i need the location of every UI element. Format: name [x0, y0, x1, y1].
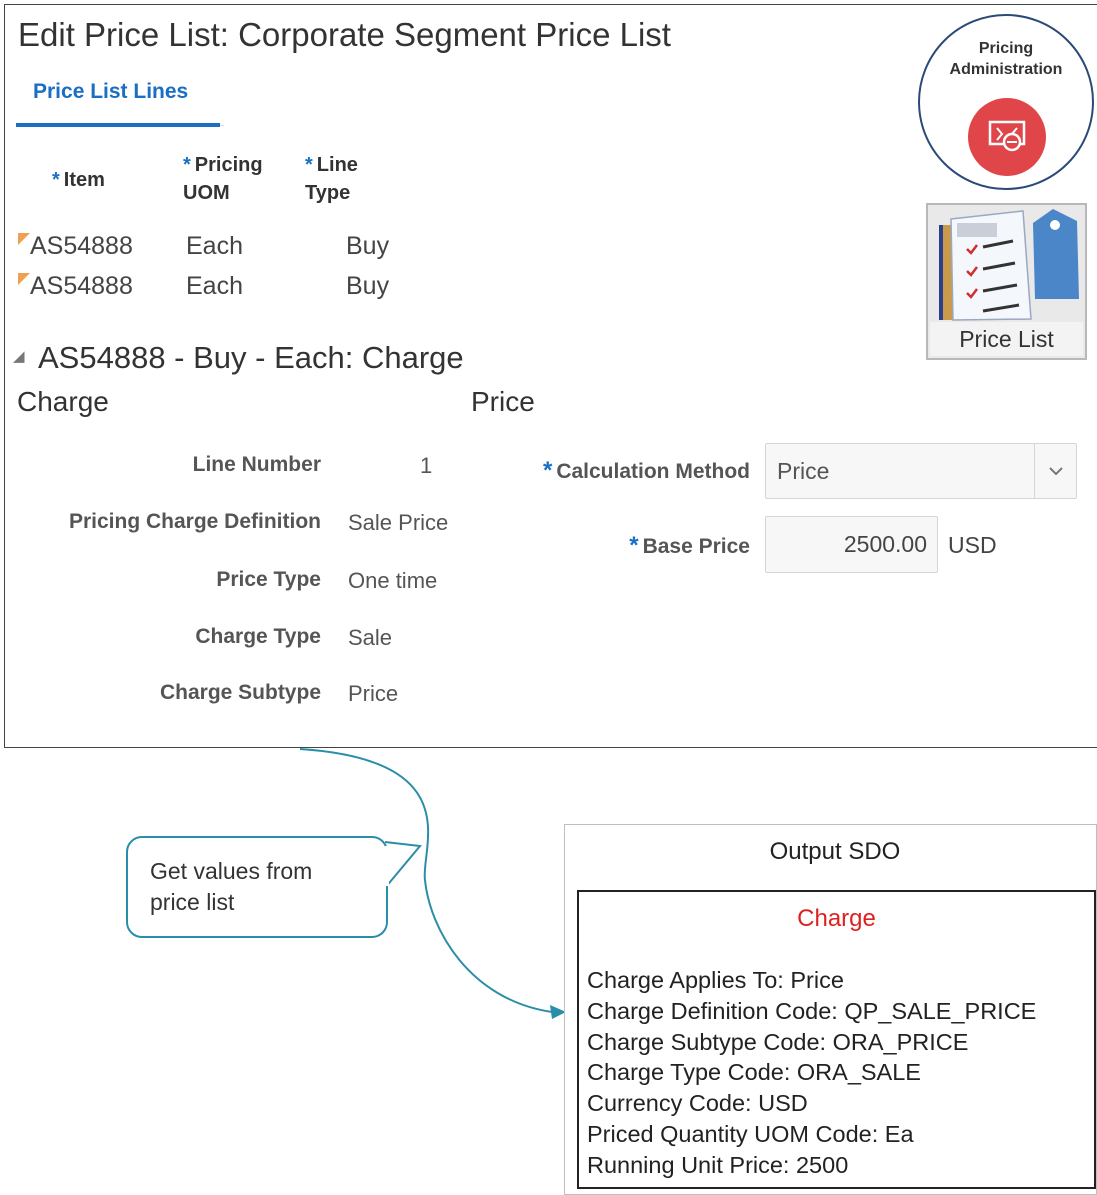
tab-divider — [220, 125, 224, 126]
charge-type-label: Charge Type — [195, 625, 321, 648]
charge-subheading: Charge — [17, 386, 109, 417]
price-tag-icon — [968, 98, 1046, 176]
changed-row-flag — [18, 233, 30, 245]
dropdown-button[interactable] — [1034, 444, 1076, 498]
base-price-label: * Base Price — [629, 532, 750, 559]
price-subheading: Price — [471, 386, 535, 417]
price-type-label: Price Type — [216, 568, 321, 591]
row-2-item[interactable]: AS54888 — [30, 272, 133, 301]
callout-line2: price list — [150, 889, 235, 915]
pricing-administration-badge: Pricing Administration — [918, 14, 1094, 190]
price-list-tile-label: Price List — [930, 322, 1083, 356]
callout-line1: Get values from — [150, 858, 313, 884]
row-2-line-type: Buy — [346, 272, 390, 300]
badge-title-line1: Pricing — [978, 40, 1034, 57]
price-list-icon — [939, 209, 1079, 321]
base-price-input[interactable]: 2500.00 — [765, 516, 938, 573]
charge-object-title: Charge — [797, 905, 876, 932]
pricing-charge-definition-label: Pricing Charge Definition — [68, 510, 321, 533]
page-title: Edit Price List: Corporate Segment Price… — [18, 16, 671, 53]
line-number-value: 1 — [420, 453, 433, 478]
calculation-method-label: * Calculation Method — [542, 457, 750, 484]
charge-attribute: Currency Code: USD — [587, 1090, 808, 1117]
charge-attribute: Charge Type Code: ORA_SALE — [587, 1059, 921, 1086]
column-header-line-type[interactable]: * Line Type — [305, 151, 385, 207]
charge-subtype-value: Price — [348, 681, 399, 706]
price-type-value: One time — [348, 568, 438, 593]
row-2-uom: Each — [186, 272, 243, 300]
charge-subtype-label: Charge Subtype — [159, 681, 321, 704]
charge-attribute: Running Unit Price: 2500 — [587, 1151, 849, 1178]
charge-attribute-list: Charge Applies To: Price Charge Definiti… — [587, 965, 1036, 1181]
pricing-charge-definition-value: Sale Price — [348, 510, 449, 535]
column-header-pricing-uom[interactable]: * Pricing UOM — [183, 151, 293, 207]
calculation-method-value: Price — [777, 458, 830, 484]
changed-row-flag — [18, 273, 30, 285]
price-tag-icon — [988, 120, 1026, 152]
row-1-line-type: Buy — [346, 232, 390, 260]
calculation-method-select[interactable]: Price — [765, 443, 1077, 499]
callout-pointer-mask — [385, 846, 389, 886]
charge-attribute: Charge Subtype Code: ORA_PRICE — [587, 1028, 969, 1055]
badge-title-line2: Administration — [949, 61, 1063, 78]
line-number-label: Line Number — [192, 453, 321, 476]
row-1-uom: Each — [186, 232, 243, 260]
currency-label: USD — [948, 532, 997, 558]
chevron-down-icon — [1048, 467, 1063, 476]
charge-object-box: Charge Charge Applies To: Price Charge D… — [577, 890, 1096, 1189]
detail-heading: AS54888 - Buy - Each: Charge — [38, 340, 464, 375]
output-sdo-title: Output SDO — [769, 838, 901, 865]
output-sdo-box: Output SDO Charge Charge Applies To: Pri… — [564, 824, 1097, 1195]
charge-type-value: Sale — [348, 625, 393, 650]
callout-box: Get values from price list — [126, 836, 388, 938]
charge-attribute: Charge Definition Code: QP_SALE_PRICE — [587, 997, 1037, 1024]
row-1-item[interactable]: AS54888 — [30, 232, 133, 261]
tab-underline — [16, 123, 220, 127]
tab-price-list-lines[interactable]: Price List Lines — [33, 80, 188, 104]
column-header-item[interactable]: * Item — [52, 166, 105, 194]
charge-attribute: Charge Applies To: Price — [587, 967, 844, 993]
price-list-tile[interactable]: Price List — [926, 203, 1087, 360]
charge-attribute: Priced Quantity UOM Code: Ea — [587, 1120, 914, 1147]
collapse-toggle-icon[interactable]: ◢ — [13, 347, 25, 365]
